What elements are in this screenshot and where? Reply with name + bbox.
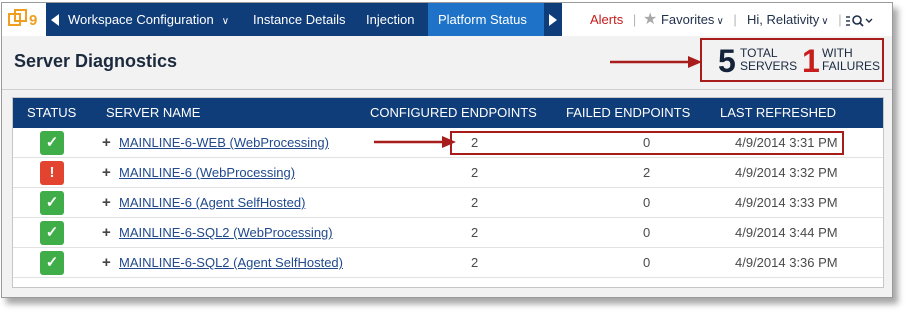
failures-label-line2: FAILURES [822, 59, 881, 73]
last-refreshed-value: 4/9/2014 3:32 PM [735, 165, 838, 180]
header-last-refreshed[interactable]: LAST REFRESHED [720, 98, 836, 128]
configured-endpoints-value: 2 [471, 165, 479, 180]
relativity-logo[interactable]: 9 [8, 8, 42, 30]
divider [2, 89, 892, 90]
expand-icon[interactable]: + [102, 224, 111, 242]
tab-instance-details[interactable]: Instance Details [243, 3, 356, 36]
failures-label-line1: WITH [822, 46, 853, 60]
total-label-line2: SERVERS [740, 59, 798, 73]
table-row: ! + MAINLINE-6 (WebProcessing) 2 2 4/9/2… [13, 158, 883, 188]
tab-workspace-configuration[interactable]: Workspace Configuration ∨ [58, 3, 239, 36]
failed-endpoints-value: 0 [643, 225, 651, 240]
server-summary: 5 TOTAL SERVERS 1 WITH FAILURES [700, 38, 884, 82]
logo-number: 9 [29, 12, 37, 29]
alerts-link[interactable]: Alerts | [590, 3, 636, 36]
status-ok-icon: ✓ [40, 221, 64, 245]
header-configured-endpoints[interactable]: CONFIGURED ENDPOINTS [370, 98, 537, 128]
server-name-link[interactable]: MAINLINE-6-SQL2 (Agent SelfHosted) [119, 255, 343, 270]
app-window: 9 Workspace Configuration ∨ Instance Deta… [1, 2, 893, 298]
table-header: STATUS SERVER NAME CONFIGURED ENDPOINTS … [13, 98, 883, 128]
diagnostics-table: STATUS SERVER NAME CONFIGURED ENDPOINTS … [12, 97, 884, 288]
last-refreshed-value: 4/9/2014 3:33 PM [735, 195, 838, 210]
page-title: Server Diagnostics [14, 51, 178, 71]
tab-label: Platform Status [438, 12, 527, 27]
server-name-link[interactable]: MAINLINE-6-SQL2 (WebProcessing) [119, 225, 333, 240]
status-ok-icon: ✓ [40, 251, 64, 275]
tab-injection[interactable]: Injection [356, 3, 424, 36]
annotation-highlight-box [450, 131, 844, 155]
server-name-link[interactable]: MAINLINE-6 (Agent SelfHosted) [119, 195, 305, 210]
divider: | [838, 12, 842, 27]
divider: | [733, 12, 737, 27]
table-row: ✓ + MAINLINE-6 (Agent SelfHosted) 2 0 4/… [13, 188, 883, 218]
alerts-label: Alerts [590, 12, 624, 27]
failures-label: WITH FAILURES [822, 47, 880, 73]
failed-endpoints-value: 0 [643, 255, 651, 270]
total-label-line1: TOTAL [740, 46, 778, 60]
table-row: ✓ + MAINLINE-6-SQL2 (WebProcessing) 2 0 … [13, 218, 883, 248]
star-icon: ★ [643, 11, 658, 28]
chevron-down-icon: ∨ [716, 16, 724, 27]
tab-label: Workspace Configuration [68, 12, 214, 27]
search-menu[interactable] [846, 3, 874, 36]
header-failed-endpoints[interactable]: FAILED ENDPOINTS [566, 98, 690, 128]
divider: | [632, 12, 637, 27]
status-ok-icon: ✓ [40, 131, 64, 155]
status-ok-icon: ✓ [40, 191, 64, 215]
expand-icon[interactable]: + [102, 254, 111, 272]
configured-endpoints-value: 2 [471, 225, 479, 240]
tab-label: Injection [366, 12, 415, 27]
chevron-down-icon: ∨ [821, 16, 829, 27]
favorites-menu[interactable]: ★ Favorites ∨ | [643, 3, 737, 36]
user-label: Hi, Relativity [747, 12, 820, 27]
tab-label: Instance Details [253, 12, 346, 27]
expand-icon[interactable]: + [102, 194, 111, 212]
user-menu[interactable]: Hi, Relativity ∨ | [747, 3, 842, 36]
configured-endpoints-value: 2 [471, 255, 479, 270]
favorites-label: Favorites [660, 12, 715, 27]
failed-endpoints-value: 0 [643, 195, 651, 210]
chevron-down-icon: ∨ [221, 16, 230, 27]
header-server-name[interactable]: SERVER NAME [106, 98, 200, 128]
scroll-right-icon[interactable] [544, 3, 562, 36]
tab-platform-status[interactable]: Platform Status [428, 3, 544, 36]
failures-count: 1 [802, 43, 820, 79]
top-navigation: 9 Workspace Configuration ∨ Instance Deta… [2, 3, 892, 36]
header-status[interactable]: STATUS [27, 98, 76, 128]
total-servers-label: TOTAL SERVERS [740, 47, 797, 73]
expand-icon[interactable]: + [102, 164, 111, 182]
server-name-link[interactable]: MAINLINE-6 (WebProcessing) [119, 165, 295, 180]
last-refreshed-value: 4/9/2014 3:44 PM [735, 225, 838, 240]
server-name-link[interactable]: MAINLINE-6-WEB (WebProcessing) [119, 135, 329, 150]
table-row: ✓ + MAINLINE-6-SQL2 (Agent SelfHosted) 2… [13, 248, 883, 278]
search-icon [846, 14, 873, 27]
failed-endpoints-value: 2 [643, 165, 651, 180]
total-servers-count: 5 [718, 43, 736, 79]
configured-endpoints-value: 2 [471, 195, 479, 210]
last-refreshed-value: 4/9/2014 3:36 PM [735, 255, 838, 270]
expand-icon[interactable]: + [102, 134, 111, 152]
status-failure-icon: ! [40, 161, 64, 185]
annotation-arrow [374, 136, 456, 148]
annotation-arrow [610, 56, 702, 68]
